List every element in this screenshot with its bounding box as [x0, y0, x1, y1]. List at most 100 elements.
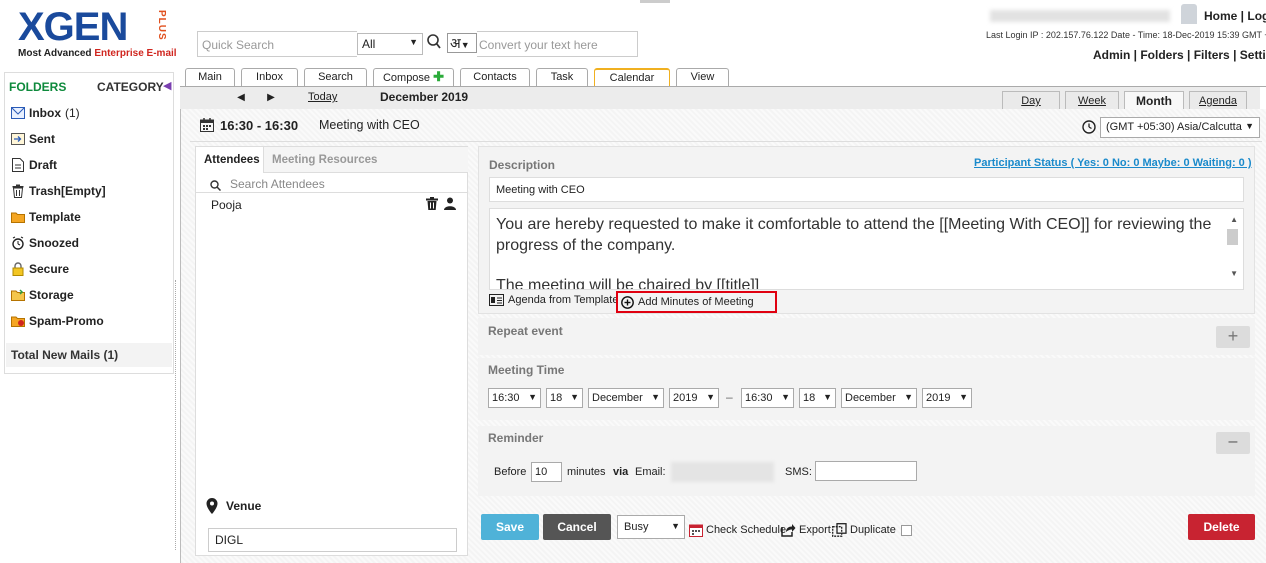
scroll-thumb[interactable]	[1227, 229, 1238, 245]
folder-spam-promo[interactable]: Spam-Promo	[11, 311, 104, 331]
description-body-text-cut: The meeting will be chaired by [[title]]	[496, 277, 760, 290]
expand-repeat-button[interactable]: +	[1216, 326, 1250, 348]
end-time-select[interactable]: 16:30 ▼	[741, 388, 794, 408]
view-agenda[interactable]: Agenda	[1189, 91, 1247, 109]
template-icon	[489, 294, 504, 306]
total-new-mails: Total New Mails (1)	[6, 343, 172, 367]
folder-inbox[interactable]: Inbox (1)	[11, 103, 80, 123]
admin-nav-links[interactable]: Admin | Folders | Filters | Setti	[1093, 48, 1266, 62]
spam-icon	[11, 314, 25, 328]
check-schedule-button[interactable]: Check Schedule	[689, 523, 786, 537]
category-heading[interactable]: CATEGORY	[97, 80, 164, 94]
collapse-reminder-button[interactable]: –	[1216, 432, 1250, 454]
description-title-input[interactable]: Meeting with CEO	[489, 177, 1244, 202]
tab-calendar[interactable]: Calendar	[594, 68, 670, 86]
plus-circle-icon	[621, 295, 634, 309]
reminder-section: Reminder – Before 10 minutes via Email: …	[478, 426, 1255, 496]
attendee-search-input[interactable]: Search Attendees	[196, 175, 467, 193]
folder-trash[interactable]: Trash[Empty]	[11, 181, 106, 201]
folder-sent[interactable]: Sent	[11, 129, 55, 149]
duplicate-button[interactable]: Duplicate	[832, 523, 912, 537]
export-button[interactable]: Export	[781, 523, 831, 537]
xgen-logo[interactable]: XGEN PLUS Most Advanced Enterprise E-mai…	[18, 5, 178, 64]
trash-icon	[11, 184, 25, 198]
duplicate-checkbox[interactable]	[900, 524, 912, 536]
folder-secure[interactable]: Secure	[11, 259, 69, 279]
scroll-down-icon[interactable]: ▼	[1230, 269, 1238, 278]
logo-wordmark: XGEN	[18, 5, 128, 49]
tab-contacts[interactable]: Contacts	[460, 68, 530, 86]
folder-snoozed[interactable]: Snoozed	[11, 233, 79, 253]
prev-month-button[interactable]: ◀	[230, 90, 252, 106]
schedule-calendar-icon	[689, 524, 703, 537]
attendee-item[interactable]: Pooja	[211, 198, 242, 212]
calendar-icon	[200, 118, 214, 132]
action-bar: Save Cancel Busy ▼ Check Schedule Export …	[478, 506, 1255, 548]
export-icon	[781, 524, 796, 537]
reminder-sms-input[interactable]	[815, 461, 917, 481]
save-button[interactable]: Save	[481, 514, 539, 540]
add-minutes-of-meeting-button[interactable]: Add Minutes of Meeting	[616, 291, 777, 313]
tab-main[interactable]: Main	[185, 68, 235, 86]
repeat-event-label: Repeat event	[488, 324, 563, 338]
reminder-email-input[interactable]	[671, 462, 774, 482]
tab-inbox[interactable]: Inbox	[241, 68, 298, 86]
end-month-select[interactable]: December ▼	[841, 388, 917, 408]
tab-search[interactable]: Search	[304, 68, 367, 86]
folder-template[interactable]: Template	[11, 207, 81, 227]
cancel-button[interactable]: Cancel	[543, 514, 611, 540]
today-link[interactable]: Today	[308, 91, 337, 103]
start-month-select[interactable]: December ▼	[588, 388, 664, 408]
tab-compose[interactable]: Compose ✚	[373, 68, 454, 86]
meeting-time-label: Meeting Time	[488, 363, 565, 377]
next-month-button[interactable]: ▶	[260, 90, 282, 106]
tab-meeting-resources[interactable]: Meeting Resources	[264, 147, 468, 173]
folder-draft[interactable]: Draft	[11, 155, 57, 175]
duplicate-icon	[832, 523, 847, 537]
transliterate-input[interactable]: Convert your text here	[477, 31, 638, 57]
venue-input[interactable]: DIGL	[208, 528, 457, 552]
start-day-select[interactable]: 18 ▼	[546, 388, 583, 408]
user-avatar[interactable]	[1181, 4, 1197, 24]
calendar-toolbar: ◀ ▶ Today December 2019 Day Week Month A…	[180, 87, 1260, 109]
view-week[interactable]: Week	[1065, 91, 1119, 109]
sms-label: SMS:	[785, 466, 812, 478]
last-login-info: Last Login IP : 202.157.76.122 Date - Ti…	[986, 30, 1266, 40]
start-year-select[interactable]: 2019 ▼	[669, 388, 719, 408]
scroll-up-icon[interactable]: ▲	[1230, 215, 1238, 224]
quick-search-input[interactable]: Quick Search	[197, 31, 357, 57]
end-year-select[interactable]: 2019 ▼	[922, 388, 972, 408]
availability-select[interactable]: Busy ▼	[617, 515, 685, 539]
end-day-select[interactable]: 18 ▼	[799, 388, 836, 408]
start-time-select[interactable]: 16:30 ▼	[488, 388, 541, 408]
search-scope-select[interactable]: All ▼	[357, 33, 423, 55]
email-label: Email:	[635, 466, 666, 478]
view-month[interactable]: Month	[1124, 91, 1184, 109]
trash-icon[interactable]	[426, 197, 438, 210]
home-logout-links[interactable]: Home | Log	[1204, 9, 1266, 23]
search-icon[interactable]	[426, 33, 442, 53]
folder-storage[interactable]: Storage	[11, 285, 74, 305]
collapse-arrow-icon[interactable]: ◀	[163, 79, 171, 92]
tab-view[interactable]: View	[676, 68, 729, 86]
before-label: Before	[494, 466, 527, 478]
tab-attendees[interactable]: Attendees	[196, 147, 264, 173]
delete-button[interactable]: Delete	[1188, 514, 1255, 540]
description-scrollbar[interactable]: ▲ ▼	[1223, 209, 1243, 289]
participant-status-link[interactable]: Participant Status ( Yes: 0 No: 0 Maybe:…	[974, 157, 1252, 169]
timezone-select[interactable]: (GMT +05:30) Asia/Calcutta ▼	[1100, 117, 1260, 138]
reminder-minutes-input[interactable]: 10	[531, 462, 562, 482]
person-icon[interactable]	[444, 197, 456, 210]
folders-heading[interactable]: FOLDERS	[9, 80, 66, 94]
logo-plus: PLUS	[156, 10, 167, 41]
minutes-label: minutes	[567, 466, 606, 478]
draft-icon	[11, 158, 25, 172]
agenda-from-template-button[interactable]: Agenda from Template	[489, 294, 618, 306]
view-day[interactable]: Day	[1002, 91, 1060, 109]
language-toggle-button[interactable]: अ▼	[447, 33, 477, 53]
via-label: via	[613, 466, 629, 478]
event-title: Meeting with CEO	[319, 118, 420, 132]
user-email-blurred	[990, 10, 1170, 22]
description-body-textarea[interactable]: You are hereby requested to make it comf…	[489, 208, 1244, 290]
tab-task[interactable]: Task	[536, 68, 588, 86]
